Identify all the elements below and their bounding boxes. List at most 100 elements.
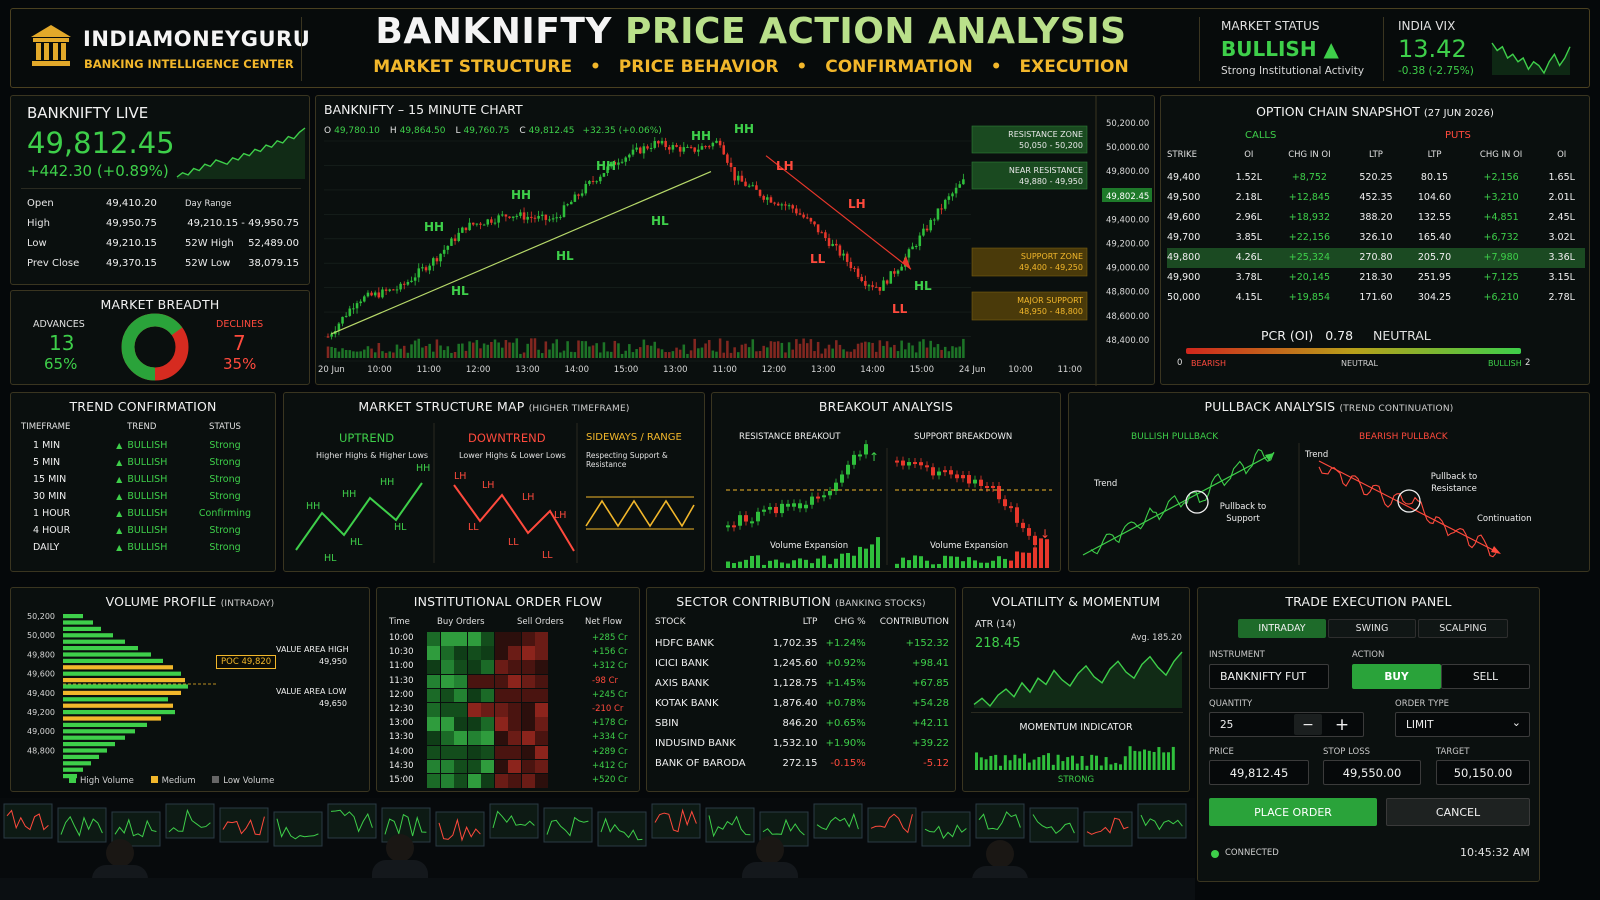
volume-bar <box>413 340 417 358</box>
table-header: TIMEFRAME <box>21 422 71 432</box>
y-tick-label: 48,800.00 <box>1106 288 1149 298</box>
net-flow-cell: +245 Cr <box>592 689 628 700</box>
heatmap-cell <box>494 674 508 689</box>
table-cell: 388.20 <box>1359 212 1393 223</box>
instrument-select[interactable]: BANKNIFTY FUT <box>1209 664 1329 689</box>
volume-bar <box>678 349 682 358</box>
heatmap-cell <box>440 717 454 731</box>
monitor <box>975 803 1025 839</box>
pcr-value: 0.78 <box>1325 328 1354 343</box>
quantity-plus-button[interactable]: + <box>1328 714 1356 735</box>
table-cell: +0.92% <box>825 658 866 669</box>
candle <box>660 140 664 144</box>
table-row: INDUSIND BANK 1,532.10 +1.90% +39.22 <box>655 734 949 754</box>
zone-label: NEAR RESISTANCE <box>1009 166 1083 175</box>
candle <box>911 246 914 250</box>
net-flow-cell: -210 Cr <box>592 704 624 714</box>
up-arrow-icon: ▲ <box>116 492 123 501</box>
buy-button[interactable]: BUY <box>1352 664 1441 689</box>
market-status-label: MARKET STATUS <box>1221 19 1320 33</box>
table-row: 49,700 3.85L +22,156 326.10 165.40 +6,732 3.02… <box>1167 228 1585 248</box>
vix-label: INDIA VIX <box>1398 19 1456 33</box>
candle <box>402 283 406 285</box>
volume-bar <box>718 338 722 358</box>
quantity-stepper[interactable]: 25 − + <box>1209 712 1364 737</box>
candle <box>617 162 620 165</box>
live-sparkline <box>176 127 306 179</box>
table-row: 1 MIN ▲ BULLISH Strong <box>21 437 267 454</box>
order-type-select[interactable]: LIMIT ⌄ <box>1395 712 1530 737</box>
candle <box>871 285 874 287</box>
volume-bar <box>885 341 889 358</box>
table-header: LTP <box>1427 150 1442 160</box>
candle <box>933 219 936 221</box>
place-order-button[interactable]: PLACE ORDER <box>1209 798 1377 826</box>
table-cell: 2.18L <box>1235 192 1263 203</box>
tab-intraday[interactable]: INTRADAY <box>1238 619 1326 638</box>
table-cell: +6,732 <box>1483 232 1519 243</box>
heatmap-cell <box>535 759 548 774</box>
volume-bar <box>756 555 760 568</box>
vp-bar <box>63 697 168 702</box>
momentum-bar <box>1128 746 1132 770</box>
heatmap-cell <box>481 731 494 745</box>
momentum-bar <box>1008 760 1012 770</box>
volume-bar <box>911 345 914 358</box>
y-tick-label: 50,000.00 <box>1106 143 1149 153</box>
vp-bar <box>63 620 93 625</box>
candle <box>497 215 500 223</box>
heatmap-cell <box>508 774 521 788</box>
tab-swing[interactable]: SWING <box>1328 619 1416 638</box>
volume-bar <box>973 560 977 568</box>
candle <box>726 525 730 528</box>
volume-bar <box>925 560 929 568</box>
candle <box>602 173 606 177</box>
table-cell: 520.25 <box>1359 172 1393 183</box>
table-header: Buy Orders <box>437 617 485 627</box>
volume-bar <box>798 558 802 568</box>
trading-floor-photo <box>0 798 1195 900</box>
vah-value: 49,950 <box>319 657 347 666</box>
volume-bar <box>573 352 577 358</box>
volume-bar <box>580 341 584 358</box>
volume-bar <box>738 561 742 568</box>
volume-bar <box>1003 558 1007 568</box>
candle <box>776 203 780 206</box>
candle <box>756 511 760 522</box>
price-input[interactable]: 49,812.45 <box>1209 760 1309 785</box>
sell-button[interactable]: SELL <box>1441 664 1530 689</box>
candle <box>599 176 602 182</box>
volume-bar <box>732 563 736 568</box>
y-tick-label: 49,200.00 <box>1106 240 1149 250</box>
volume-bar <box>533 338 537 358</box>
quantity-minus-button[interactable]: − <box>1294 714 1322 735</box>
tab-scalping[interactable]: SCALPING <box>1418 619 1508 638</box>
trend-title: TREND CONFIRMATION <box>69 399 217 414</box>
candle <box>657 140 660 144</box>
y-tick-label: 50,200.00 <box>1106 119 1149 129</box>
volume-bar <box>381 351 384 358</box>
advances-label: ADVANCES <box>33 319 85 330</box>
structure-label: HL <box>324 553 337 564</box>
volume-bar <box>846 552 850 568</box>
heatmap-cell <box>535 646 548 660</box>
status-cell: Strong <box>209 491 241 502</box>
candlestick-chart[interactable]: HL HH HL HH HH HL HH HH LH LH LL LL HL RESISTANCE ZON… <box>316 96 1156 386</box>
candle <box>795 208 798 214</box>
table-cell: 1,876.40 <box>772 698 818 709</box>
target-input[interactable]: 50,150.00 <box>1436 760 1530 785</box>
brand-subtitle: BANKING INTELLIGENCE CENTER <box>84 57 294 71</box>
candle <box>352 308 355 310</box>
momentum-bar <box>1071 755 1074 770</box>
candle <box>889 271 893 284</box>
net-flow-cell: -98 Cr <box>592 675 619 686</box>
candle <box>961 475 965 479</box>
candle <box>1021 522 1025 529</box>
cancel-button[interactable]: CANCEL <box>1386 798 1530 826</box>
page-title-main: BANKNIFTY <box>375 11 612 52</box>
volume-bar <box>1009 560 1013 568</box>
stop-loss-input[interactable]: 49,550.00 <box>1323 760 1421 785</box>
momentum-bars <box>975 746 1175 770</box>
x-tick-label: 20 Jun <box>318 365 345 375</box>
candle <box>468 222 471 231</box>
